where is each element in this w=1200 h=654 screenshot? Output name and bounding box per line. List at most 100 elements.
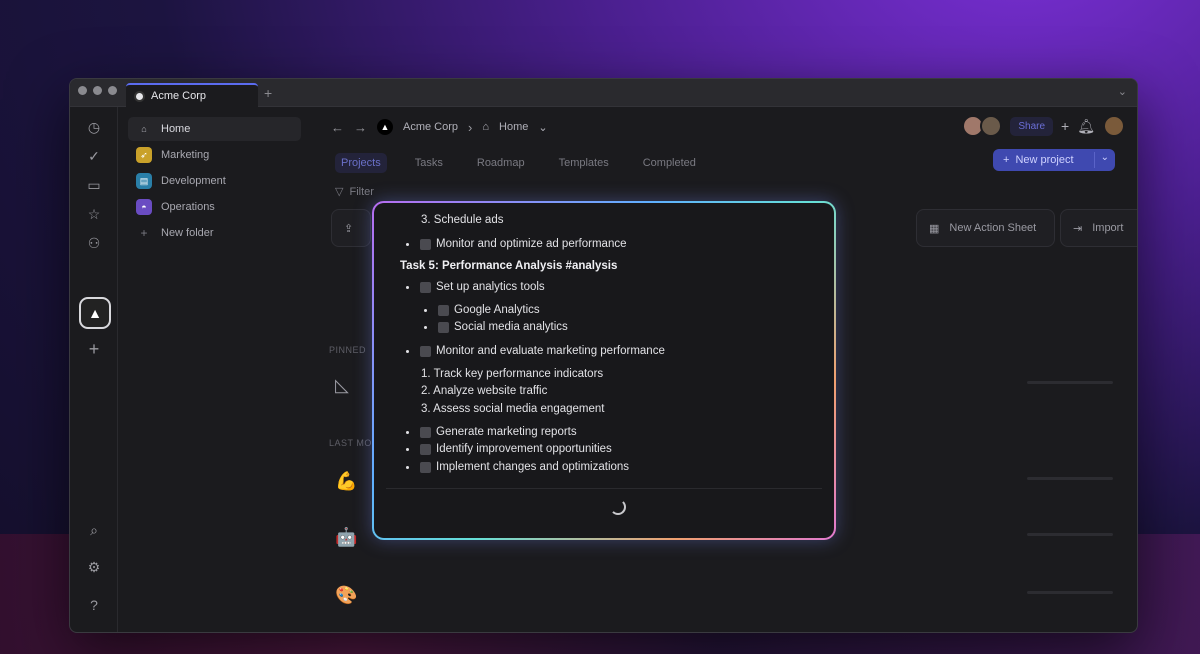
sidebar-item-home[interactable]: ⌂ Home: [128, 117, 301, 141]
search-icon[interactable]: ⌕: [86, 522, 102, 538]
home-outline-icon: ⌂: [482, 121, 490, 133]
sidebar-item-label: Home: [161, 123, 191, 135]
placeholder-bar: [1027, 533, 1113, 536]
breadcrumb-page[interactable]: Home: [499, 121, 528, 133]
list-item: 3. Assess social media engagement: [421, 403, 605, 415]
close-window-button[interactable]: [78, 86, 87, 95]
generation-footer: [386, 488, 822, 528]
clock-icon[interactable]: ◷: [86, 119, 102, 135]
sidebar: ⌂ Home ➶ Marketing ▤ Development ◓ Opera…: [118, 107, 313, 632]
task-checkbox[interactable]: [420, 426, 431, 438]
sidebar-item-label: New folder: [161, 227, 214, 239]
sidebar-item-operations[interactable]: ◓ Operations: [128, 195, 301, 219]
inbox-icon[interactable]: ▭: [86, 177, 102, 193]
list-item: Generate marketing reports: [406, 426, 577, 438]
tab-roadmap[interactable]: Roadmap: [471, 153, 531, 173]
breadcrumb: ← → ▲ Acme Corp › ⌂ Home ⌄: [331, 119, 548, 135]
breadcrumb-org[interactable]: Acme Corp: [403, 121, 458, 133]
new-action-sheet-button[interactable]: ▦ New Action Sheet: [916, 209, 1055, 247]
plus-icon: +: [1003, 154, 1010, 166]
sheet-icon: ▦: [929, 222, 940, 235]
bullet: [406, 430, 409, 434]
tab-favicon-icon: [134, 90, 145, 102]
task-checkbox[interactable]: [420, 238, 431, 250]
robot-icon[interactable]: 🤖: [335, 527, 357, 548]
upload-card-button[interactable]: ⇪: [331, 209, 371, 247]
bullet: [424, 325, 427, 329]
sidebar-item-new-folder[interactable]: + New folder: [128, 221, 301, 245]
title-bar: Acme Corp + ⌄: [70, 79, 1137, 107]
pinned-section-label: PINNED: [329, 345, 367, 355]
sidebar-item-marketing[interactable]: ➶ Marketing: [128, 143, 301, 167]
ai-generation-panel-body: 3. Schedule ads Monitor and optimize ad …: [374, 203, 834, 538]
tab-tasks[interactable]: Tasks: [409, 153, 449, 173]
task-checkbox[interactable]: [420, 281, 431, 293]
list-item: Identify improvement opportunities: [406, 443, 612, 455]
avatar[interactable]: [980, 115, 1003, 137]
sidebar-item-label: Operations: [161, 201, 215, 213]
rocket-icon: ➶: [136, 147, 152, 163]
bullet: [406, 465, 409, 469]
new-project-button[interactable]: + New project ⌄: [993, 149, 1115, 171]
sidebar-item-development[interactable]: ▤ Development: [128, 169, 301, 193]
list-item: Social media analytics: [424, 321, 568, 333]
add-workspace-plus-icon[interactable]: +: [86, 340, 102, 358]
star-icon[interactable]: ☆: [86, 206, 102, 222]
divider: [1094, 152, 1095, 168]
bell-icon[interactable]: 🔔︎: [1077, 118, 1095, 135]
sidebar-item-label: Marketing: [161, 149, 210, 161]
list-item: 1. Track key performance indicators: [421, 368, 604, 380]
filter-button[interactable]: ▽ Filter: [335, 185, 374, 199]
bullet: [406, 285, 409, 289]
plus-icon: +: [140, 226, 148, 240]
header-actions: Share + 🔔︎: [962, 115, 1125, 137]
task-checkbox[interactable]: [420, 443, 431, 455]
tab-label: Acme Corp: [151, 90, 207, 102]
icon-rail: ◷ ✓ ▭ ☆ ⚇ ▲ + ⌕ ⚙ ?: [70, 107, 118, 632]
list-item: 2. Analyze website traffic: [421, 385, 548, 397]
flexed-arm-icon[interactable]: 💪: [335, 471, 357, 492]
tab-templates[interactable]: Templates: [553, 153, 615, 173]
new-tab-plus-icon[interactable]: +: [264, 85, 272, 101]
task-checkbox[interactable]: [420, 461, 431, 473]
new-project-label: New project: [1015, 154, 1074, 166]
list-item: Monitor and optimize ad performance: [406, 238, 627, 250]
ruler-triangle-icon[interactable]: ◺: [335, 375, 349, 396]
placeholder-bar: [1027, 477, 1113, 480]
tab-projects[interactable]: Projects: [335, 153, 387, 173]
back-arrow-icon[interactable]: ←: [331, 120, 344, 135]
palette-icon[interactable]: 🎨: [335, 585, 357, 606]
chevron-down-icon[interactable]: ⌄: [1118, 85, 1127, 98]
bullet: [424, 308, 427, 312]
import-label: Import: [1092, 222, 1124, 234]
help-icon[interactable]: ?: [86, 597, 102, 613]
last-modified-section-label: LAST MO: [329, 438, 372, 448]
filter-icon: ▽: [335, 186, 344, 198]
users-icon[interactable]: ⚇: [86, 235, 102, 251]
placeholder-bar: [1027, 591, 1113, 594]
browser-tab[interactable]: Acme Corp: [126, 83, 258, 107]
chevron-down-icon[interactable]: ⌄: [538, 121, 547, 134]
tab-completed[interactable]: Completed: [637, 153, 702, 173]
gear-icon: ◓: [136, 199, 152, 215]
user-avatar[interactable]: [1103, 115, 1125, 137]
forward-arrow-icon[interactable]: →: [354, 120, 367, 135]
import-button[interactable]: ⇥ Import: [1060, 209, 1137, 247]
share-button[interactable]: Share: [1010, 116, 1054, 136]
check-circle-icon[interactable]: ✓: [86, 148, 102, 164]
plus-icon[interactable]: +: [1061, 118, 1069, 134]
minimize-window-button[interactable]: [93, 86, 102, 95]
placeholder-bar: [1027, 381, 1113, 384]
sidebar-item-label: Development: [161, 175, 226, 187]
chevron-right-icon: ›: [468, 119, 473, 135]
task-checkbox[interactable]: [438, 321, 449, 333]
maximize-window-button[interactable]: [108, 86, 117, 95]
task-checkbox[interactable]: [420, 345, 431, 357]
workspace-logo-button[interactable]: ▲: [79, 297, 111, 329]
code-icon: ▤: [136, 173, 152, 189]
settings-gear-icon[interactable]: ⚙: [86, 559, 102, 575]
home-icon: ⌂: [141, 124, 147, 134]
task-checkbox[interactable]: [438, 304, 449, 316]
bullet: [406, 447, 409, 451]
chevron-down-icon[interactable]: ⌄: [1101, 152, 1109, 163]
